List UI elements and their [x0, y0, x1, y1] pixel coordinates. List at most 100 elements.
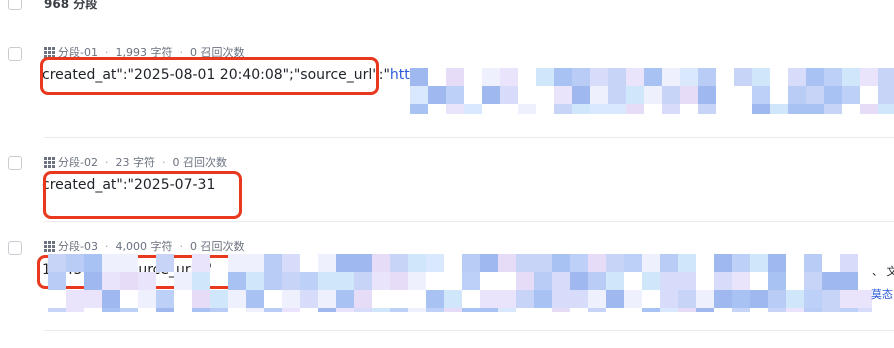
mosaic-tile: [498, 308, 516, 312]
mosaic-tile: [858, 254, 872, 272]
mosaic-tile: [660, 272, 678, 290]
redacted-area: [48, 254, 872, 312]
mosaic-tile: [336, 272, 354, 290]
mosaic-tile: [572, 68, 590, 86]
mosaic-tile: [462, 290, 480, 308]
mosaic-tile: [426, 308, 444, 312]
mosaic-tile: [570, 290, 588, 308]
mosaic-tile: [500, 68, 518, 86]
mosaic-tile: [210, 308, 228, 312]
mosaic-tile: [588, 290, 606, 308]
mosaic-tile: [174, 308, 192, 312]
mosaic-tile: [444, 308, 462, 312]
mosaic-tile: [536, 86, 554, 104]
mosaic-tile: [102, 254, 120, 272]
mosaic-tile: [534, 272, 552, 290]
mosaic-tile: [446, 104, 464, 114]
mosaic-tile: [498, 290, 516, 308]
mosaic-tile: [444, 290, 462, 308]
mosaic-tile: [590, 68, 608, 86]
mosaic-tile: [174, 272, 192, 290]
mosaic-tile: [354, 272, 372, 290]
mosaic-tile: [842, 86, 860, 104]
mosaic-tile: [120, 254, 138, 272]
mosaic-tile: [536, 68, 554, 86]
mosaic-tile: [698, 86, 716, 104]
segment-checkbox[interactable]: [8, 241, 22, 255]
mosaic-tile: [264, 290, 282, 308]
mosaic-tile: [840, 290, 858, 308]
mosaic-tile: [590, 104, 608, 114]
mosaic-tile: [822, 272, 840, 290]
mosaic-tile: [228, 272, 246, 290]
mosaic-tile: [390, 254, 408, 272]
mosaic-tile: [806, 86, 824, 104]
mosaic-tile: [786, 272, 804, 290]
mosaic-tile: [534, 290, 552, 308]
mosaic-tile: [534, 254, 552, 272]
mosaic-tile: [228, 308, 246, 312]
mosaic-tile: [192, 290, 210, 308]
mosaic-tile: [372, 272, 390, 290]
mosaic-tile: [516, 254, 534, 272]
mosaic-tile: [804, 254, 822, 272]
mosaic-tile: [770, 68, 788, 86]
mosaic-tile: [572, 104, 590, 114]
segment-meta: 分段-02 · 23 字符 · 0 召回次数: [44, 154, 227, 170]
mosaic-tile: [678, 290, 696, 308]
mosaic-tile: [408, 290, 426, 308]
mosaic-tile: [750, 254, 768, 272]
mosaic-tile: [120, 272, 138, 290]
mosaic-tile: [714, 290, 732, 308]
mosaic-tile: [552, 254, 570, 272]
mosaic-tile: [282, 272, 300, 290]
mosaic-tile: [516, 272, 534, 290]
mosaic-tile: [552, 272, 570, 290]
select-all-checkbox[interactable]: [8, 0, 22, 10]
mosaic-tile: [480, 308, 498, 312]
grid-icon: [44, 156, 55, 168]
char-count: 4,000 字符: [115, 240, 173, 253]
mosaic-tile: [554, 86, 572, 104]
truncated-link[interactable]: 莫态: [871, 286, 893, 302]
mosaic-tile: [264, 254, 282, 272]
mosaic-tile: [824, 68, 842, 86]
segment-divider: [44, 137, 894, 138]
mosaic-tile: [696, 308, 714, 312]
mosaic-tile: [608, 68, 626, 86]
grid-icon: [44, 240, 55, 252]
recall-count: 0 召回次数: [189, 240, 245, 253]
mosaic-tile: [318, 254, 336, 272]
mosaic-tile: [102, 308, 120, 312]
mosaic-tile: [768, 290, 786, 308]
separator-dot: ·: [179, 239, 183, 253]
mosaic-tile: [554, 68, 572, 86]
mosaic-tile: [246, 290, 264, 308]
mosaic-tile: [606, 272, 624, 290]
mosaic-tile: [156, 290, 174, 308]
mosaic-tile: [282, 308, 300, 312]
mosaic-tile: [714, 254, 732, 272]
mosaic-tile: [678, 254, 696, 272]
mosaic-tile: [426, 254, 444, 272]
mosaic-tile: [698, 104, 716, 114]
mosaic-tile: [824, 104, 842, 114]
mosaic-tile: [498, 254, 516, 272]
mosaic-tile: [678, 272, 696, 290]
mosaic-tile: [840, 272, 858, 290]
mosaic-tile: [48, 254, 66, 272]
mosaic-tile: [878, 68, 894, 86]
segment-label: 分段-03: [58, 240, 98, 253]
mosaic-tile: [300, 290, 318, 308]
mosaic-tile: [552, 290, 570, 308]
mosaic-tile: [102, 290, 120, 308]
segment-checkbox[interactable]: [8, 47, 22, 61]
mosaic-tile: [66, 254, 84, 272]
mosaic-tile: [318, 308, 336, 312]
mosaic-tile: [66, 290, 84, 308]
segment-checkbox[interactable]: [8, 156, 22, 170]
mosaic-tile: [588, 254, 606, 272]
mosaic-tile: [642, 272, 660, 290]
mosaic-tile: [608, 86, 626, 104]
mosaic-tile: [246, 254, 264, 272]
